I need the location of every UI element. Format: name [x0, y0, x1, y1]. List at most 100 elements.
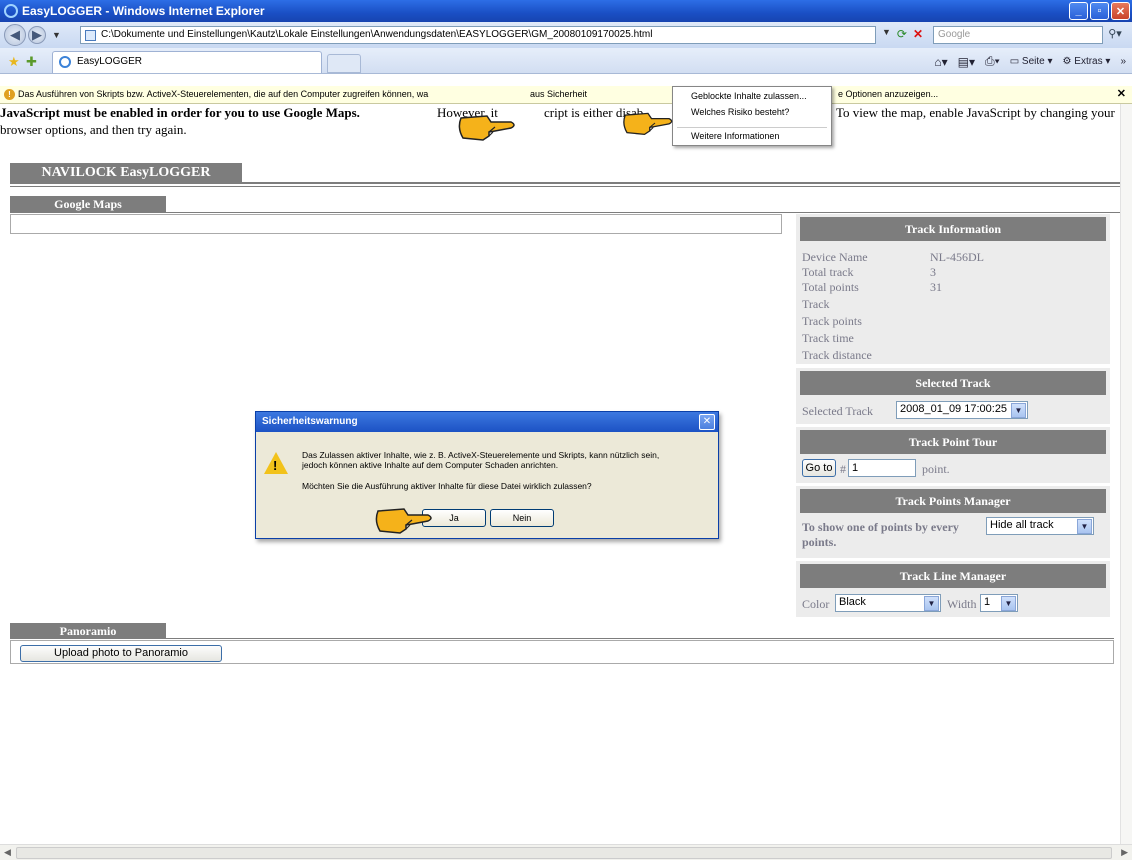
navilock-header: NAVILOCK EasyLOGGER: [10, 163, 242, 183]
address-tools: ▼ ⟳ ✕: [882, 27, 923, 41]
vertical-scrollbar[interactable]: [1120, 104, 1132, 844]
security-warning-dialog: Sicherheitswarnung ✕ ! Das Zulassen akti…: [255, 411, 719, 539]
infobar-close-icon[interactable]: ✕: [1117, 87, 1126, 100]
tab-row: ★ ✚ EasyLOGGER ⌂▾ ▤▾ ⎙▾ ▭ Seite ▾ ⚙ Extr…: [0, 48, 1132, 74]
info-key: Device Name: [802, 250, 868, 264]
address-row: ◀ ▶ ▼ C:\Dokumente und Einstellungen\Kau…: [0, 22, 1132, 48]
infobar-text-mid: aus Sicherheit: [530, 89, 588, 99]
dialog-text-line1: Das Zulassen aktiver Inhalte, wie z. B. …: [302, 450, 660, 460]
selected-track-value: 2008_01_09 17:00:25: [900, 403, 1008, 415]
no-button[interactable]: Nein: [490, 509, 554, 527]
pointing-hand-icon: [375, 508, 432, 534]
info-key: Track distance: [802, 348, 872, 362]
points-every-label: To show one of points by every: [802, 520, 959, 534]
search-icon[interactable]: ⚲▾: [1104, 27, 1126, 43]
track-info-header: Track Information: [800, 217, 1106, 241]
print-icon[interactable]: ⎙▾: [985, 54, 1000, 69]
selected-track-label: Selected Track: [802, 404, 873, 418]
info-row-track: Track: [802, 297, 1104, 311]
chevron-more-icon[interactable]: »: [1120, 56, 1126, 67]
window-controls: _ ▫ ✕: [1069, 2, 1130, 20]
home-icon[interactable]: ⌂▾: [934, 55, 947, 69]
info-key: Total points: [802, 280, 859, 294]
scroll-right-icon[interactable]: ▶: [1121, 847, 1128, 858]
information-bar[interactable]: ! Das Ausführen von Skripts bzw. ActiveX…: [0, 86, 1132, 104]
search-input[interactable]: Google: [933, 26, 1103, 44]
infobar-text-start: Das Ausführen von Skripts bzw. ActiveX-S…: [18, 89, 429, 99]
command-bar: ⌂▾ ▤▾ ⎙▾ ▭ Seite ▾ ⚙ Extras ▾ »: [934, 54, 1126, 69]
point-suffix-label: point.: [922, 462, 950, 476]
info-key: Track points: [802, 314, 862, 328]
chevron-down-icon: ▼: [1001, 596, 1016, 611]
info-row-total-track: Total track 3: [802, 265, 1104, 279]
tab-easylogger[interactable]: EasyLOGGER: [52, 51, 322, 73]
point-number-input[interactable]: [848, 459, 916, 477]
add-favorite-icon[interactable]: ✚: [26, 54, 37, 70]
chevron-down-icon: ▼: [924, 596, 939, 611]
info-value: 31: [930, 280, 942, 294]
info-key: Track time: [802, 331, 854, 345]
track-points-manager-header: Track Points Manager: [800, 489, 1106, 513]
page-menu-icon: ▭: [1009, 56, 1020, 67]
panoramio-rule: [10, 638, 1114, 639]
width-select[interactable]: 1 ▼: [980, 594, 1018, 612]
forward-button[interactable]: ▶: [28, 26, 46, 44]
menu-separator: [677, 127, 827, 128]
ie-icon: [4, 4, 18, 18]
track-point-tour-header: Track Point Tour: [800, 430, 1106, 454]
horizontal-scrollbar[interactable]: ◀ ▶: [0, 844, 1132, 860]
minimize-button[interactable]: _: [1069, 2, 1088, 20]
hash-label: #: [840, 462, 846, 476]
info-row-device: Device Name NL-456DL: [802, 250, 1104, 264]
extras-menu[interactable]: ⚙ Extras ▾: [1063, 56, 1111, 67]
header-rule-thin: [10, 186, 1128, 187]
close-window-button[interactable]: ✕: [1111, 2, 1130, 20]
maximize-button[interactable]: ▫: [1090, 2, 1109, 20]
points-label-line2: points.: [802, 535, 837, 549]
info-value: NL-456DL: [930, 250, 984, 264]
width-value: 1: [984, 596, 991, 608]
color-value: Black: [839, 596, 866, 608]
pointing-hand-icon: [623, 112, 673, 136]
dialog-close-button[interactable]: ✕: [699, 414, 715, 430]
width-label: Width: [947, 597, 977, 611]
info-key: Total track: [802, 265, 854, 279]
window-title: EasyLOGGER - Windows Internet Explorer: [22, 4, 265, 18]
menu-item-more-info[interactable]: Weitere Informationen: [691, 131, 779, 141]
page-icon: [85, 30, 96, 41]
feeds-icon[interactable]: ▤▾: [958, 55, 975, 69]
go-to-button[interactable]: Go to: [802, 459, 836, 477]
tab-page-icon: [59, 56, 71, 68]
address-field[interactable]: C:\Dokumente und Einstellungen\Kautz\Lok…: [80, 26, 876, 44]
js-message-line2: browser options, and then try again.: [0, 122, 187, 137]
extras-gear-icon: ⚙: [1062, 56, 1072, 67]
address-url: C:\Dokumente und Einstellungen\Kautz\Lok…: [101, 29, 653, 40]
info-value: 3: [930, 265, 936, 279]
address-dropdown-icon[interactable]: ▼: [882, 27, 891, 41]
history-dropdown-icon[interactable]: ▼: [52, 30, 61, 40]
maps-rule: [10, 212, 1128, 213]
pointing-hand-icon: [458, 115, 515, 141]
refresh-icon[interactable]: ⟳: [897, 27, 907, 41]
points-every-select[interactable]: Hide all track ▼: [986, 517, 1094, 535]
page-menu[interactable]: ▭ Seite ▾: [1010, 56, 1053, 67]
menu-item-allow-blocked[interactable]: Geblockte Inhalte zulassen...: [691, 91, 807, 101]
scrollbar-thumb[interactable]: [16, 847, 1112, 859]
info-row-track-points: Track points: [802, 314, 1104, 328]
menu-item-risk[interactable]: Welches Risiko besteht?: [691, 107, 789, 117]
new-tab-button[interactable]: [327, 54, 361, 73]
javascript-message: JavaScript must be enabled in order for …: [0, 104, 1120, 138]
stop-icon[interactable]: ✕: [913, 27, 923, 41]
track-line-manager-header: Track Line Manager: [800, 564, 1106, 588]
info-key: Track: [802, 297, 830, 311]
selected-track-select[interactable]: 2008_01_09 17:00:25 ▼: [896, 401, 1028, 419]
upload-photo-button[interactable]: Upload photo to Panoramio: [20, 645, 222, 662]
dialog-text-line2: jedoch können aktive Inhalte auf dem Com…: [302, 460, 559, 470]
dialog-title: Sicherheitswarnung: [256, 412, 718, 432]
dialog-text-line3: Möchten Sie die Ausführung aktiver Inhal…: [302, 481, 592, 491]
color-select[interactable]: Black ▼: [835, 594, 941, 612]
selected-track-header: Selected Track: [800, 371, 1106, 395]
back-button[interactable]: ◀: [4, 24, 26, 46]
scroll-left-icon[interactable]: ◀: [4, 847, 11, 858]
favorites-star-icon[interactable]: ★: [8, 54, 20, 70]
